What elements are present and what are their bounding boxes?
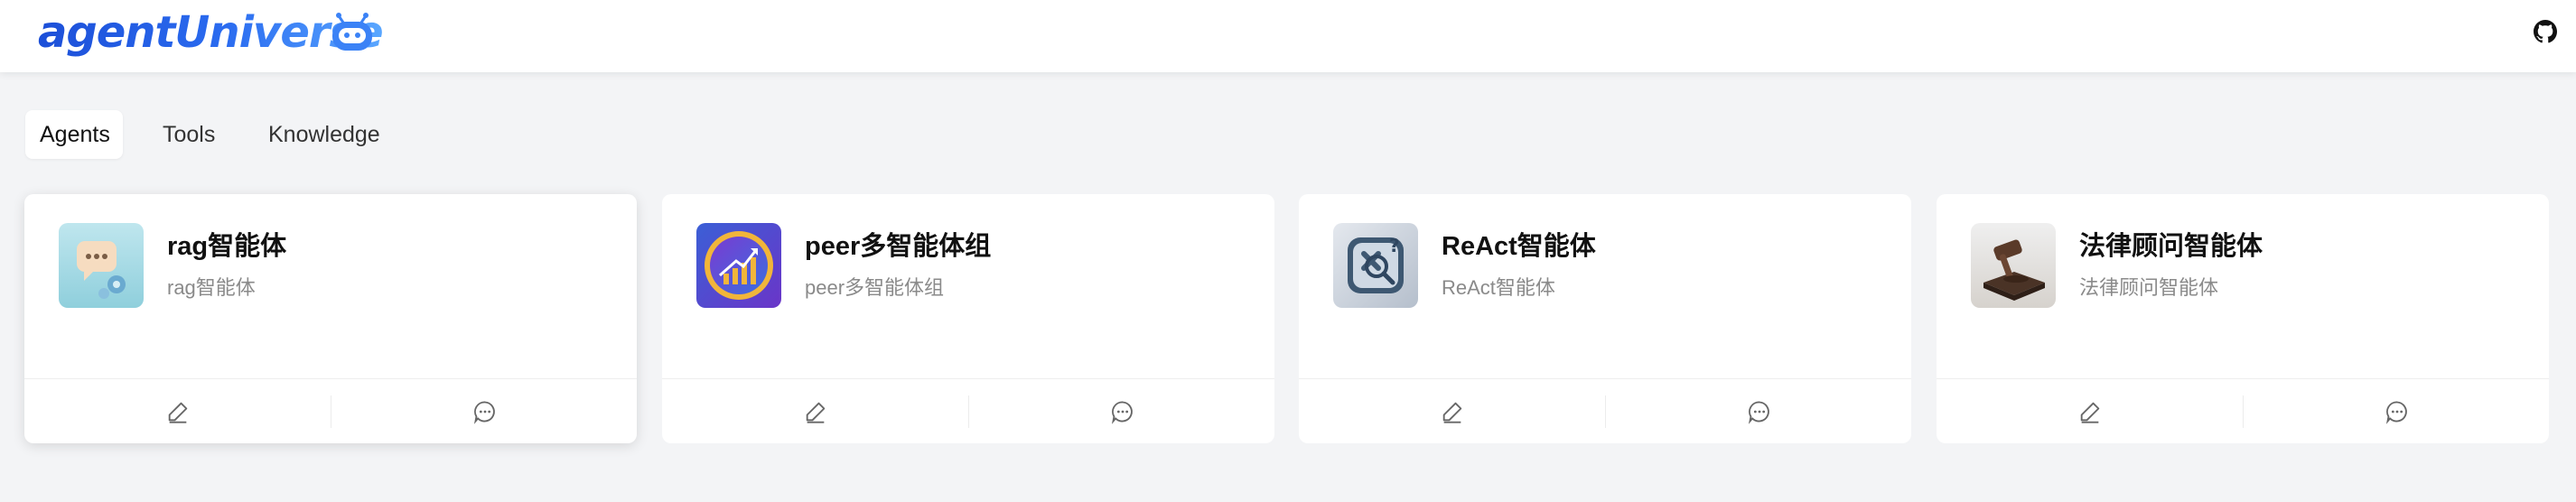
edit-icon[interactable]	[1440, 399, 1465, 424]
github-icon[interactable]	[2534, 20, 2557, 43]
tab-knowledge[interactable]: Knowledge	[254, 110, 395, 159]
card-actions	[24, 378, 637, 444]
agent-name: 法律顾问智能体	[2079, 232, 2263, 261]
agent-card[interactable]: ? ReAct智能体 ReAct智能体	[1299, 194, 1911, 443]
gavel-icon	[1971, 223, 2056, 308]
tab-agents[interactable]: Agents	[25, 110, 123, 159]
agent-name: ReAct智能体	[1442, 232, 1596, 261]
chat-icon[interactable]	[1747, 399, 1772, 424]
edit-icon[interactable]	[165, 399, 191, 424]
edit-icon[interactable]	[803, 399, 828, 424]
action-divider	[2243, 395, 2244, 428]
action-divider	[968, 395, 969, 428]
card-actions	[1937, 378, 2549, 444]
growth-chart-icon	[696, 223, 781, 308]
robot-icon	[332, 13, 372, 51]
chat-bubble-icon	[59, 223, 144, 308]
agent-description: 法律顾问智能体	[2079, 276, 2219, 299]
agent-description: peer多智能体组	[805, 276, 945, 299]
svg-text:?: ?	[1389, 235, 1400, 256]
top-header: agentUniverse	[0, 0, 2576, 72]
agent-name: rag智能体	[167, 232, 287, 261]
chat-icon[interactable]	[2385, 399, 2410, 424]
chat-icon[interactable]	[472, 399, 498, 424]
agent-card[interactable]: peer多智能体组 peer多智能体组	[662, 194, 1274, 443]
agent-card[interactable]: 法律顾问智能体 法律顾问智能体	[1937, 194, 2549, 443]
agent-description: rag智能体	[167, 276, 256, 299]
card-actions	[662, 378, 1274, 444]
agent-description: ReAct智能体	[1442, 276, 1555, 299]
tab-tools[interactable]: Tools	[148, 110, 229, 159]
action-divider	[1605, 395, 1606, 428]
agent-card[interactable]: rag智能体 rag智能体	[24, 194, 637, 443]
edit-icon[interactable]	[2077, 399, 2103, 424]
agent-name: peer多智能体组	[805, 232, 992, 261]
chat-icon[interactable]	[1110, 399, 1135, 424]
card-actions	[1299, 378, 1911, 444]
question-search-icon: ?	[1333, 223, 1418, 308]
